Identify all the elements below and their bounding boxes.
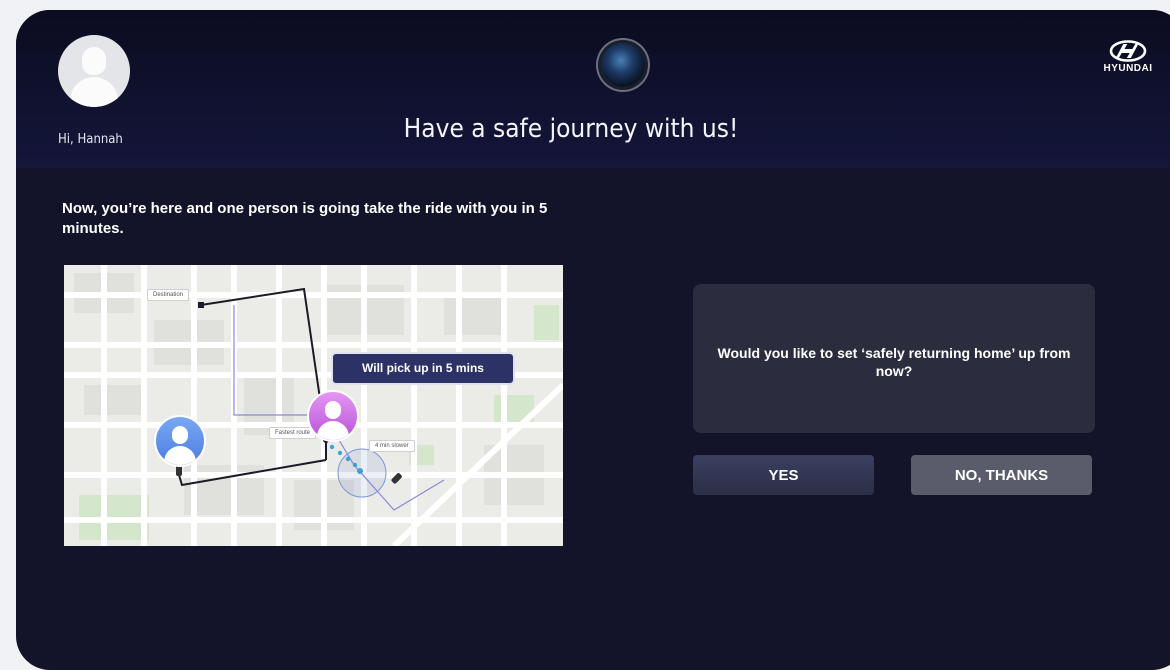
page-title: Have a safe journey with us! <box>403 114 739 144</box>
brand-wordmark: HYUNDAI <box>1103 63 1153 74</box>
car-display-screen: Hi, Hannah HYUNDAI Have a safe journey w… <box>16 10 1170 670</box>
yes-button[interactable]: YES <box>693 455 874 495</box>
safe-return-dialog: Would you like to set ‘safely returning … <box>693 284 1095 433</box>
greeting-text: Hi, Hannah <box>58 132 123 147</box>
fastest-route-tag: Fastest route <box>269 427 317 439</box>
user-avatar-icon[interactable] <box>58 35 130 107</box>
hyundai-logo-icon <box>1109 40 1147 62</box>
hyundai-logo: HYUNDAI <box>1096 40 1160 74</box>
ride-status-message: Now, you’re here and one person is going… <box>62 200 548 237</box>
passenger-avatar-icon[interactable] <box>307 390 359 442</box>
dialog-question: Would you like to set ‘safely returning … <box>717 345 1071 379</box>
no-thanks-button[interactable]: NO, THANKS <box>911 455 1092 495</box>
driver-avatar-icon[interactable] <box>154 415 206 467</box>
destination-tag: Destination <box>147 289 190 301</box>
slower-route-tag: 4 min slower <box>369 440 415 452</box>
header: Hi, Hannah HYUNDAI Have a safe journey w… <box>16 10 1170 168</box>
camera-icon <box>601 43 645 87</box>
route-map[interactable]: Destination Fastest route 4 min slower W… <box>64 265 563 546</box>
pickup-eta-label: Will pick up in 5 mins <box>331 352 515 385</box>
